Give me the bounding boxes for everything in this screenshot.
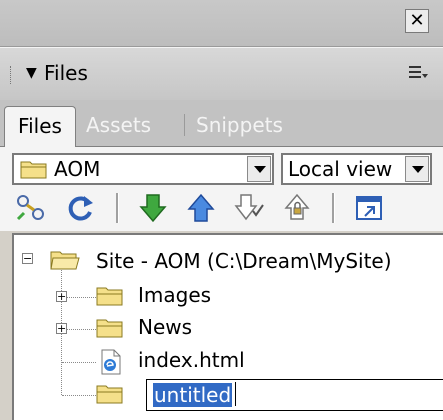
close-button[interactable]: ✕ — [405, 9, 429, 33]
collapse-arrow-icon[interactable]: ▼ — [26, 65, 37, 81]
get-file-icon[interactable] — [136, 191, 170, 225]
folder-icon — [20, 161, 47, 179]
files-toolbar: AOM Local view — [0, 147, 443, 231]
check-out-icon[interactable] — [232, 191, 266, 225]
tree-root-site[interactable]: − Site - AOM (C:\Dream\MySite) — [14, 247, 434, 279]
panel-tabs: Files Assets Snippets — [0, 100, 443, 147]
tree-item-label: Images — [138, 283, 212, 307]
folder-open-icon — [50, 251, 80, 270]
panel-title[interactable]: Files — [44, 61, 88, 85]
expand-site-icon[interactable] — [352, 191, 386, 225]
folder-icon — [96, 319, 123, 338]
tree-root-label: Site - AOM (C:\Dream\MySite) — [96, 249, 392, 273]
rename-input[interactable]: untitled — [146, 379, 443, 411]
collapse-expander-icon[interactable]: − — [22, 253, 33, 264]
site-select[interactable]: AOM — [12, 153, 274, 185]
window-titlebar: ✕ — [0, 0, 443, 47]
tab-divider — [184, 114, 185, 136]
site-select-value: AOM — [54, 157, 101, 181]
check-in-icon[interactable] — [280, 191, 314, 225]
dropdown-arrow-icon[interactable] — [405, 156, 429, 182]
view-select-value: Local view — [288, 157, 393, 181]
refresh-icon[interactable] — [64, 191, 98, 225]
view-select[interactable]: Local view — [281, 153, 432, 185]
html-file-icon — [101, 349, 121, 375]
folder-icon — [96, 287, 123, 306]
rename-input-selected-text: untitled — [153, 383, 233, 407]
text-caret — [235, 382, 236, 406]
put-file-icon[interactable] — [184, 191, 218, 225]
dropdown-arrow-icon[interactable] — [247, 156, 271, 182]
tree-item-label: index.html — [138, 348, 245, 372]
tree-item-index-html[interactable]: index.html — [14, 346, 434, 378]
tree-item-images[interactable]: + Images — [14, 281, 434, 313]
folder-icon — [96, 385, 123, 404]
connect-icon[interactable] — [14, 191, 48, 225]
tab-snippets[interactable]: Snippets — [196, 106, 283, 146]
file-tree: − Site - AOM (C:\Dream\MySite) + Images … — [12, 233, 443, 420]
expand-expander-icon[interactable]: + — [56, 323, 67, 334]
tree-item-news[interactable]: + News — [14, 313, 434, 345]
options-menu-icon[interactable] — [407, 63, 429, 83]
tree-item-untitled[interactable]: untitled — [14, 379, 443, 413]
toolbar-separator — [332, 193, 335, 223]
tab-assets[interactable]: Assets — [86, 106, 151, 146]
close-icon: ✕ — [409, 10, 425, 31]
tab-files[interactable]: Files — [4, 106, 76, 147]
panel-grip-icon[interactable] — [10, 66, 14, 84]
expand-expander-icon[interactable]: + — [56, 291, 67, 302]
toolbar-separator — [116, 193, 119, 223]
panel-header[interactable]: ▼ Files — [0, 47, 443, 100]
tree-item-label: News — [138, 315, 193, 339]
